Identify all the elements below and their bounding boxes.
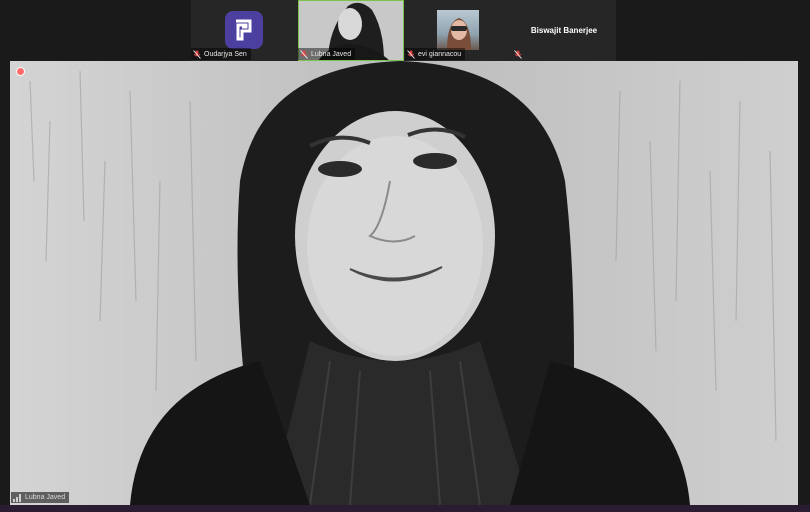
participant-video xyxy=(437,10,479,50)
speaker-name-label: Lubna Javed xyxy=(11,492,70,503)
mic-muted-icon xyxy=(514,50,522,59)
participant-name: Biswajit Banerjee xyxy=(530,26,598,35)
participant-name: evi giannacou xyxy=(418,50,462,58)
participant-tile-oudarjya-sen[interactable]: Oudarjya Sen xyxy=(191,0,297,61)
mic-muted-icon xyxy=(300,49,308,59)
participant-name-label: evi giannacou xyxy=(405,48,466,60)
mic-muted-icon xyxy=(193,49,201,59)
participant-tile-biswajit-banerjee[interactable]: Biswajit Banerjee xyxy=(512,0,616,61)
participant-name-label: Oudarjya Sen xyxy=(191,48,251,60)
participant-name-label: Lubna Javed xyxy=(298,48,356,60)
speaker-video-frame xyxy=(10,61,798,505)
signal-strength-icon xyxy=(13,493,21,502)
bottom-toolbar-edge xyxy=(0,505,810,512)
participant-name: Lubna Javed xyxy=(311,50,352,58)
mic-muted-icon xyxy=(407,49,415,59)
participant-tile-evi-giannacou[interactable]: evi giannacou xyxy=(405,0,511,61)
app-logo-icon xyxy=(225,11,263,49)
participant-name: Oudarjya Sen xyxy=(204,50,247,58)
main-speaker-video[interactable] xyxy=(10,61,798,505)
speaker-name: Lubna Javed xyxy=(25,494,66,501)
participant-tile-lubna-javed[interactable]: Lubna Javed xyxy=(298,0,404,61)
recording-indicator-icon xyxy=(16,67,25,76)
